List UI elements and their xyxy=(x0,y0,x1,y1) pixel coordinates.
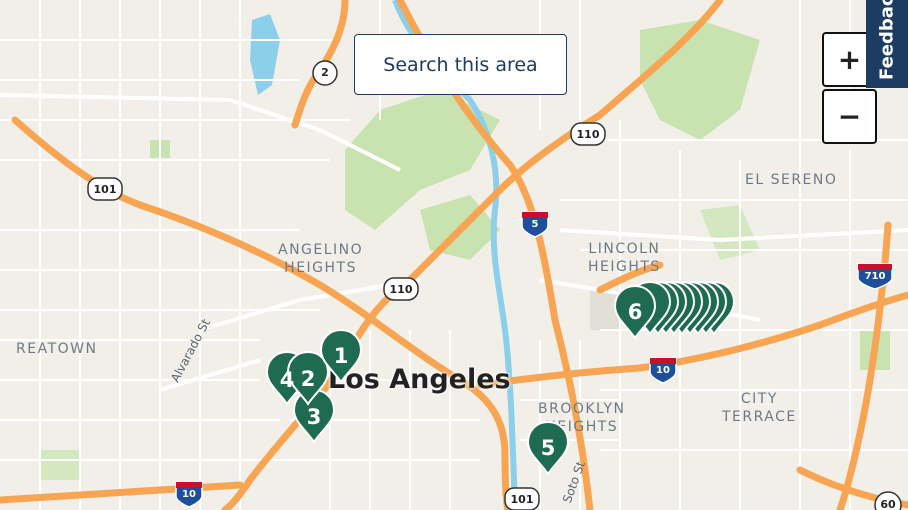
zoom-out-button[interactable]: − xyxy=(822,89,877,144)
map-marker-5 xyxy=(527,421,569,475)
map-marker-3 xyxy=(293,389,335,443)
map-canvas[interactable]: EL SERENO ANGELINO HEIGHTS LINCOLN HEIGH… xyxy=(0,0,908,510)
search-this-area-button[interactable]: Search this area xyxy=(354,34,567,95)
feedback-tab[interactable]: Feedback xyxy=(866,0,908,88)
